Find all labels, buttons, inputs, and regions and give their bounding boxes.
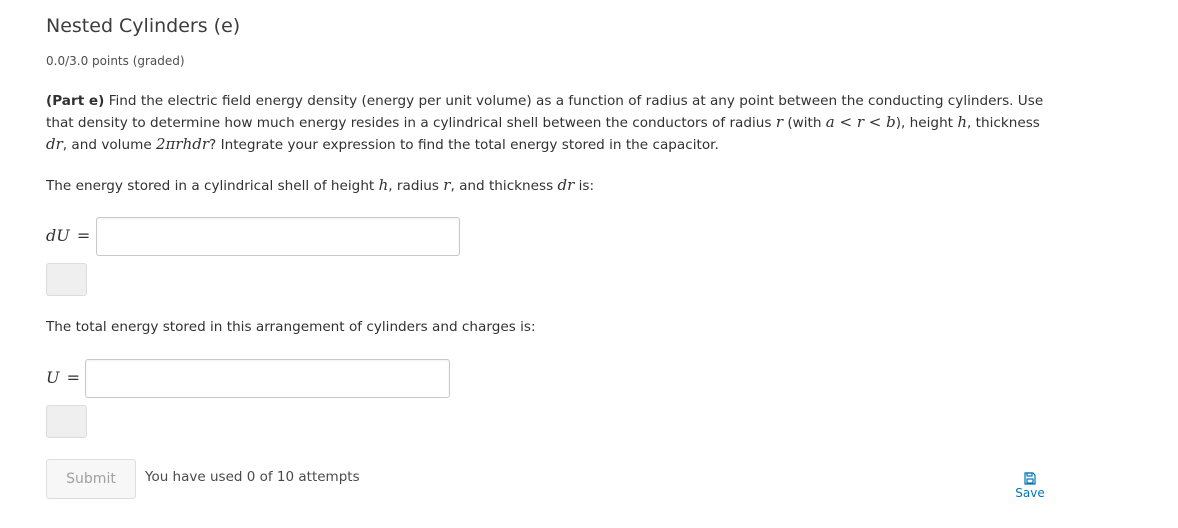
- prompt-text: ), height: [895, 115, 954, 131]
- question-2-prompt: The total energy stored in this arrangem…: [46, 319, 536, 335]
- u-answer-input[interactable]: [85, 359, 450, 398]
- math-h: h: [957, 113, 968, 131]
- attempts-status: You have used 0 of 10 attempts: [145, 469, 360, 485]
- floppy-disk-icon: [1024, 472, 1036, 485]
- u-equation-label: U =: [46, 368, 80, 387]
- part-label: (Part e): [46, 93, 105, 109]
- equals-sign: =: [76, 226, 91, 245]
- u-symbol: U: [46, 368, 60, 387]
- problem-prompt: (Part e) Find the electric field energy …: [46, 91, 1061, 156]
- prompt-text: ? Integrate your expression to find the …: [209, 137, 719, 153]
- save-label: Save: [1015, 486, 1045, 500]
- save-button[interactable]: Save: [1008, 472, 1052, 500]
- du-equation-label: dU =: [46, 226, 90, 245]
- prompt-text: , and volume: [62, 137, 152, 153]
- question-text: , and thickness: [450, 178, 554, 194]
- prompt-text: (with: [787, 115, 822, 131]
- math-range: a < r < b: [825, 113, 896, 131]
- question-text: The energy stored in a cylindrical shell…: [46, 178, 375, 194]
- points-status: 0.0/3.0 points (graded): [46, 54, 185, 68]
- math-dr: dr: [557, 176, 575, 194]
- du-preview-box: [46, 263, 87, 296]
- question-1-prompt: The energy stored in a cylindrical shell…: [46, 175, 594, 197]
- u-preview-box: [46, 405, 87, 438]
- du-answer-input[interactable]: [96, 217, 460, 256]
- math-dr: dr: [46, 135, 63, 153]
- math-volume: 2πrhdr: [156, 135, 210, 153]
- prompt-text: , thickness: [967, 115, 1040, 131]
- problem-title: Nested Cylinders (e): [46, 15, 241, 37]
- question-text: is:: [578, 178, 595, 194]
- math-r: r: [775, 113, 783, 131]
- equals-sign: =: [66, 368, 80, 387]
- du-symbol: dU: [46, 226, 70, 245]
- question-text: , radius: [388, 178, 439, 194]
- submit-button[interactable]: Submit: [46, 459, 136, 499]
- math-h: h: [378, 176, 389, 194]
